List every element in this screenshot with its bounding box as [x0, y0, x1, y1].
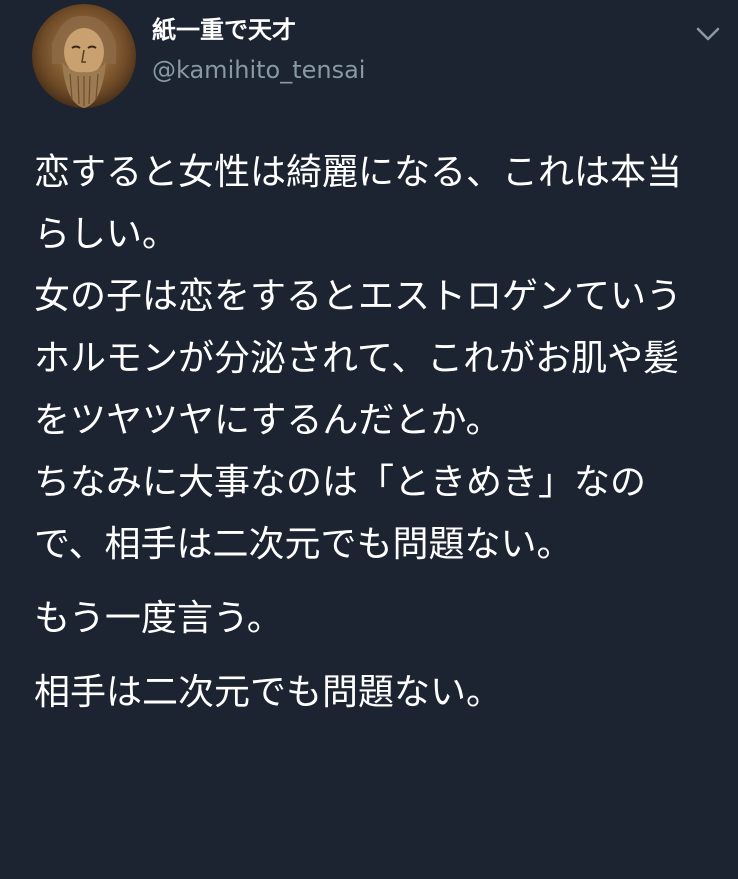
- avatar-portrait-icon: [32, 4, 136, 108]
- user-handle[interactable]: @kamihito_tensai: [152, 54, 365, 86]
- display-name[interactable]: 紙一重で天才: [152, 14, 296, 46]
- tweet-paragraph: 相手は二次元でも問題ない。: [34, 672, 503, 713]
- avatar[interactable]: [32, 4, 136, 108]
- tweet-text: 恋すると女性は綺麗になる、これは本当らしい。 女の子は恋をするとエストロゲンてい…: [34, 142, 704, 724]
- tweet-paragraph: 恋すると女性は綺麗になる、これは本当らしい。 女の子は恋をするとエストロゲンてい…: [34, 152, 683, 565]
- tweet-card: 紙一重で天才 @kamihito_tensai 恋すると女性は綺麗になる、これは…: [0, 0, 738, 879]
- chevron-down-icon[interactable]: [694, 24, 722, 44]
- tweet-paragraph: もう一度言う。: [34, 598, 283, 639]
